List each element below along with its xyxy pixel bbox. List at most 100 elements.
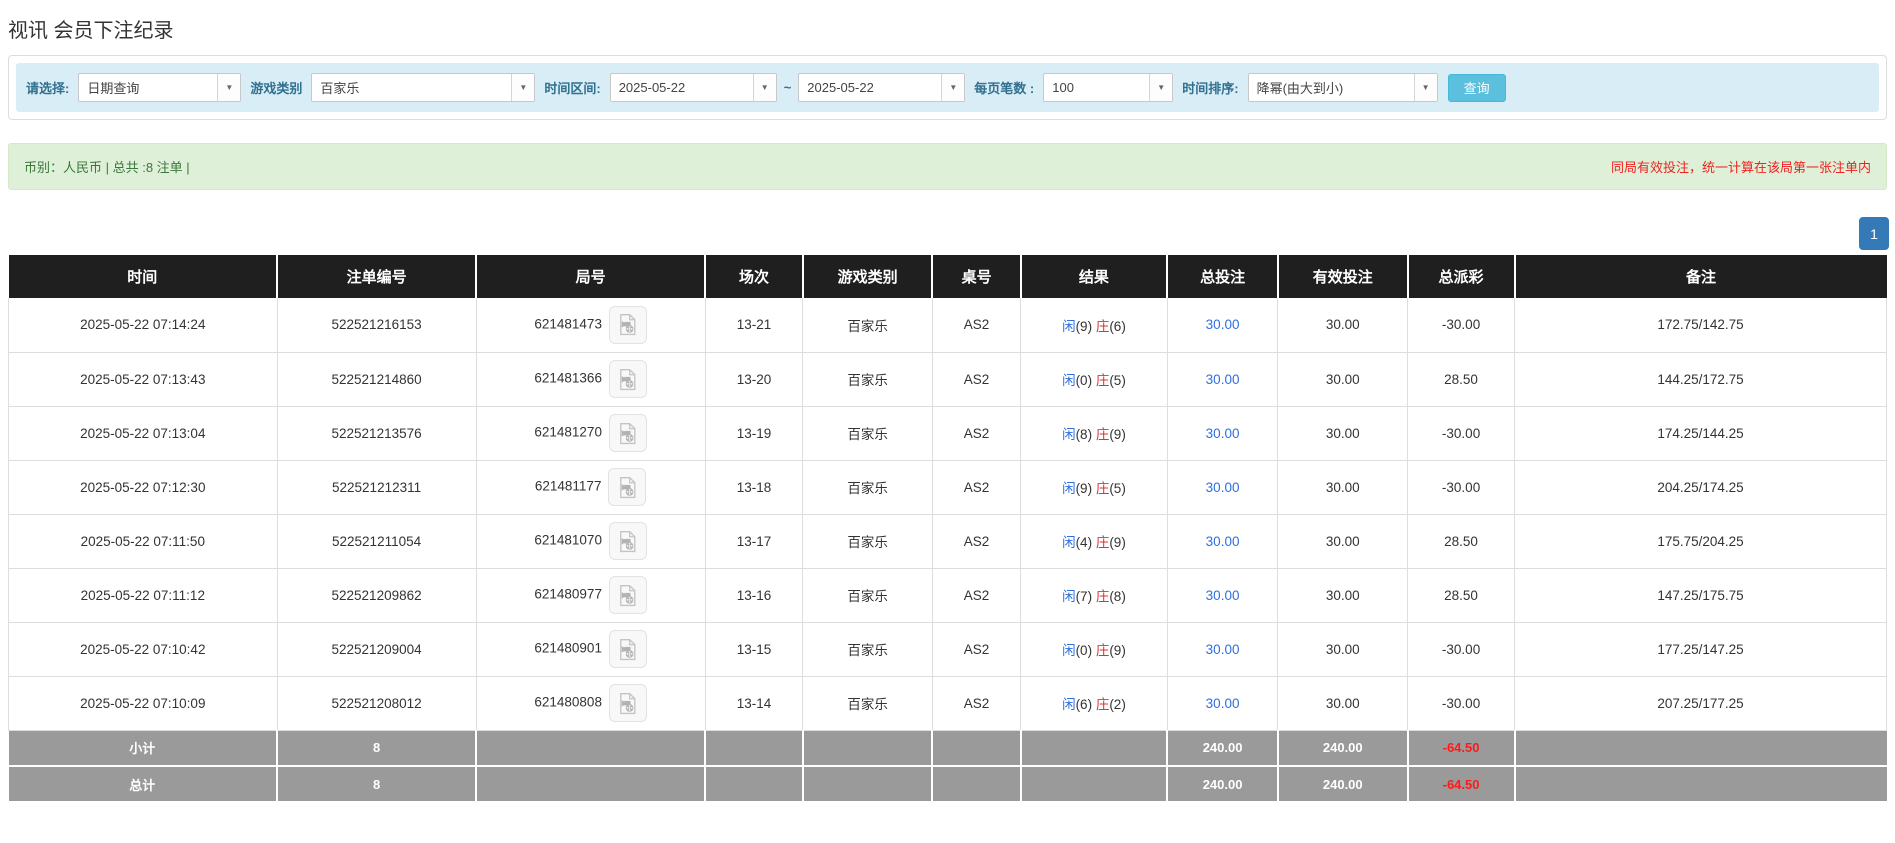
bet-records-table: 时间 注单编号 局号 场次 游戏类别 桌号 结果 总投注 有效投注 总派彩 备注 2025-05-2… [8, 255, 1887, 803]
video-file-icon [620, 692, 636, 714]
chevron-down-icon: ▼ [217, 74, 241, 101]
result-player-score: (9) [1075, 318, 1096, 334]
date-from-select[interactable]: 2025-05-22 ▼ [609, 73, 777, 102]
video-record-button[interactable] [608, 576, 647, 614]
page-size-select[interactable]: 100 ▼ [1043, 73, 1174, 102]
summary-bar: 币别：人民币 | 总共 :8 注单 | 同局有效投注，统一计算在该局第一张注单内 [8, 143, 1887, 190]
cell-time: 2025-05-22 07:10:09 [8, 676, 278, 731]
cell-result: 闲(0) 庄(9) [1020, 622, 1168, 677]
col-header-bet-no: 注单编号 [277, 255, 478, 298]
total-bet-link[interactable]: 30.00 [1206, 426, 1240, 441]
cell-time: 2025-05-22 07:13:43 [8, 352, 278, 407]
cell-total-bet: 30.00 [1167, 622, 1279, 677]
video-record-button[interactable] [608, 414, 647, 452]
summary-total-payout: -64.50 [1407, 766, 1516, 803]
total-bet-link[interactable]: 30.00 [1206, 317, 1240, 332]
date-to-select[interactable]: 2025-05-22 ▼ [798, 73, 966, 102]
cell-total-bet: 30.00 [1167, 406, 1279, 461]
cell-time: 2025-05-22 07:11:50 [8, 514, 278, 569]
cell-bet-no: 522521209862 [277, 568, 477, 623]
summary-total-payout: -64.50 [1407, 730, 1516, 767]
col-header-valid-bet: 有效投注 [1277, 255, 1409, 298]
sort-order-label: 时间排序: [1182, 81, 1239, 96]
cell-note: 147.25/175.75 [1514, 568, 1887, 623]
summary-valid-bet: 240.00 [1277, 766, 1409, 803]
chevron-down-icon: ▼ [752, 74, 776, 101]
total-bet-link[interactable]: 30.00 [1206, 480, 1240, 495]
summary-total-bet: 240.00 [1167, 766, 1279, 803]
cell-game-type: 百家乐 [802, 622, 933, 677]
result-banker-score: (6) [1109, 318, 1126, 334]
col-header-round-no: 局号 [476, 255, 707, 298]
cell-note: 172.75/142.75 [1514, 298, 1887, 353]
result-banker-score: (5) [1109, 373, 1126, 388]
cell-session: 13-20 [705, 352, 804, 407]
cell-round-no: 621481366 [476, 352, 706, 407]
chevron-down-icon: ▼ [1413, 74, 1437, 101]
video-record-button[interactable] [608, 522, 647, 560]
game-type-label: 游戏类别 [250, 81, 303, 96]
cell-round-no: 621481473 [476, 298, 706, 353]
summary-count: 8 [277, 766, 478, 803]
video-record-button[interactable] [608, 360, 647, 398]
video-record-button[interactable] [608, 305, 647, 344]
table-row: 2025-05-22 07:10:09 522521208012 621480808… [8, 676, 1887, 731]
result-player-label: 闲 [1062, 373, 1076, 388]
round-no-text: 621480977 [534, 586, 602, 602]
table-row: 2025-05-22 07:14:24 522521216153 621481473… [8, 298, 1887, 353]
cell-valid-bet: 30.00 [1277, 622, 1409, 677]
cell-total-payout: -30.00 [1407, 298, 1516, 353]
video-file-icon [620, 584, 636, 606]
query-type-select[interactable]: 日期查询 ▼ [78, 73, 242, 102]
result-banker-label: 庄 [1095, 318, 1110, 334]
cell-session: 13-15 [705, 622, 804, 677]
search-button[interactable]: 查询 [1447, 73, 1506, 102]
total-bet-link[interactable]: 30.00 [1206, 696, 1240, 711]
result-banker-score: (8) [1109, 589, 1126, 604]
game-type-select[interactable]: 百家乐 ▼ [311, 73, 536, 102]
cell-round-no: 621480901 [476, 622, 706, 677]
round-no-text: 621481473 [534, 316, 602, 332]
cell-game-type: 百家乐 [802, 298, 933, 353]
col-header-total-payout: 总派彩 [1407, 255, 1516, 298]
result-banker-label: 庄 [1095, 373, 1110, 388]
chevron-down-icon: ▼ [1149, 74, 1173, 101]
round-no-text: 621481270 [534, 424, 602, 440]
query-type-value: 日期查询 [87, 81, 140, 96]
cell-table-no: AS2 [932, 460, 1022, 515]
page-button-1[interactable]: 1 [1859, 217, 1889, 250]
cell-total-payout: -30.00 [1407, 406, 1516, 461]
video-record-button[interactable] [608, 630, 647, 668]
cell-time: 2025-05-22 07:14:24 [8, 298, 278, 353]
notice-text: 同局有效投注，统一计算在该局第一张注单内 [1610, 160, 1871, 175]
summary-label: 小计 [8, 730, 279, 767]
total-bet-link[interactable]: 30.00 [1206, 588, 1240, 603]
result-banker-score: (9) [1109, 643, 1126, 658]
cell-bet-no: 522521216153 [277, 298, 477, 353]
total-bet-link[interactable]: 30.00 [1206, 534, 1240, 549]
total-bet-link[interactable]: 30.00 [1206, 642, 1240, 657]
video-file-icon [620, 476, 636, 498]
sort-order-select[interactable]: 降幂(由大到小) ▼ [1247, 73, 1438, 102]
result-player-score: (0) [1075, 373, 1096, 388]
cell-result: 闲(8) 庄(9) [1020, 406, 1168, 461]
total-bet-link[interactable]: 30.00 [1206, 372, 1240, 387]
result-player-score: (4) [1075, 535, 1096, 550]
cell-total-bet: 30.00 [1167, 298, 1279, 353]
cell-round-no: 621480808 [476, 676, 706, 731]
col-header-table-no: 桌号 [932, 255, 1022, 298]
cell-session: 13-17 [705, 514, 804, 569]
result-banker-score: (2) [1109, 697, 1126, 712]
col-header-time: 时间 [8, 255, 279, 298]
currency-summary-text: 币别：人民币 | 总共 :8 注单 | [24, 160, 190, 175]
cell-valid-bet: 30.00 [1277, 352, 1409, 407]
result-player-label: 闲 [1062, 643, 1076, 658]
cell-table-no: AS2 [932, 622, 1022, 677]
video-record-button[interactable] [608, 684, 647, 722]
time-range-label: 时间区间: [544, 81, 601, 96]
table-row: 2025-05-22 07:10:42 522521209004 621480901… [8, 622, 1887, 677]
video-record-button[interactable] [608, 468, 647, 506]
sort-order-value: 降幂(由大到小) [1256, 81, 1344, 96]
cell-time: 2025-05-22 07:11:12 [8, 568, 278, 623]
cell-bet-no: 522521209004 [277, 622, 477, 677]
